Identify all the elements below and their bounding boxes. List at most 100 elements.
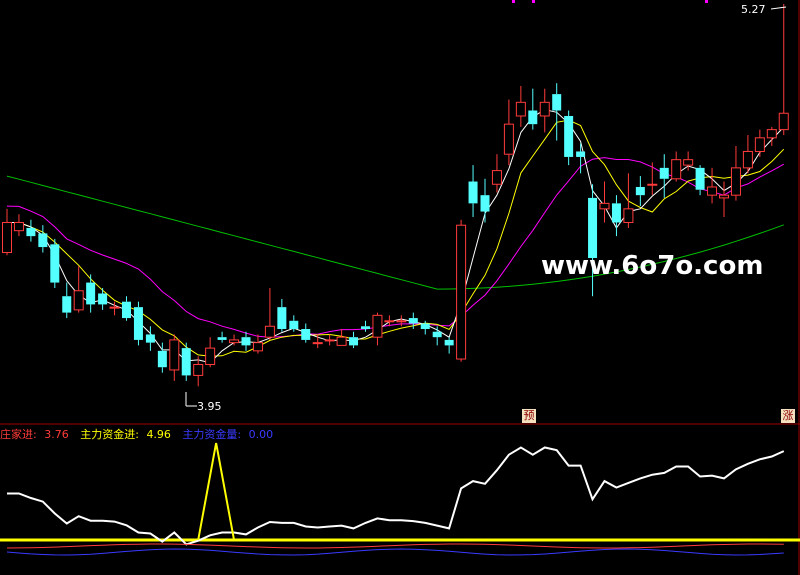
candle-38 bbox=[456, 219, 467, 362]
candle-2 bbox=[26, 219, 36, 242]
candle-body bbox=[432, 331, 442, 338]
candle-body bbox=[264, 325, 275, 338]
candle-3 bbox=[38, 225, 48, 253]
candle-body bbox=[683, 159, 694, 166]
candle-body bbox=[62, 296, 72, 313]
candle-body bbox=[730, 167, 741, 196]
candle-65 bbox=[778, 4, 789, 136]
top-magenta-mark-3 bbox=[705, 0, 708, 3]
candle-10 bbox=[122, 296, 131, 321]
candle-body bbox=[2, 221, 12, 254]
candle-body bbox=[169, 339, 180, 371]
legend-item-zhuli-in: 主力资金进: 4.96 bbox=[80, 428, 171, 441]
candle-59 bbox=[707, 167, 718, 204]
candle-28 bbox=[336, 328, 347, 346]
zhuli-spike bbox=[197, 442, 236, 541]
candle-body bbox=[420, 323, 430, 329]
candle-11 bbox=[133, 301, 143, 346]
candle-body bbox=[778, 112, 789, 131]
candle-17 bbox=[205, 337, 216, 368]
candle-body bbox=[289, 320, 299, 329]
candle-42 bbox=[503, 99, 514, 166]
pre-tag: 预 bbox=[522, 409, 536, 423]
candle-body bbox=[241, 337, 251, 346]
candle-body bbox=[659, 167, 669, 179]
candle-body bbox=[444, 339, 454, 346]
top-magenta-mark-2 bbox=[532, 0, 535, 3]
candle-body bbox=[336, 336, 347, 346]
candle-body bbox=[623, 208, 634, 223]
candle-14 bbox=[169, 334, 180, 381]
candle-0 bbox=[2, 208, 12, 256]
candle-41 bbox=[491, 154, 502, 193]
candle-61 bbox=[730, 146, 741, 201]
candle-body bbox=[491, 170, 502, 185]
zhuangjia-in-line bbox=[6, 543, 784, 549]
candle-36 bbox=[432, 326, 442, 346]
candle-1 bbox=[13, 214, 24, 237]
candle-40 bbox=[480, 178, 490, 223]
zhuangjia-line bbox=[7, 446, 785, 546]
candle-body bbox=[742, 150, 753, 169]
candle-body bbox=[372, 314, 383, 338]
candle-54 bbox=[647, 162, 658, 196]
candle-body bbox=[754, 137, 765, 152]
candle-body bbox=[480, 195, 490, 212]
candle-body bbox=[719, 194, 729, 199]
candle-body bbox=[361, 326, 370, 329]
candle-body bbox=[312, 342, 323, 345]
candle-body bbox=[301, 328, 311, 340]
candle-body bbox=[695, 167, 705, 190]
candle-body bbox=[38, 233, 48, 248]
candle-body bbox=[205, 347, 216, 365]
candle-body bbox=[671, 159, 682, 180]
candle-8 bbox=[98, 288, 108, 310]
candle-body bbox=[515, 101, 526, 117]
candle-body bbox=[528, 110, 538, 125]
indicator-legend: 庄家进: 3.76 主力资金进: 4.96 主力资金量: 0.00 bbox=[0, 426, 281, 442]
candle-62 bbox=[742, 135, 753, 174]
candle-body bbox=[26, 227, 36, 237]
candle-body bbox=[181, 348, 191, 376]
ma10-line bbox=[7, 119, 785, 357]
candle-52 bbox=[623, 173, 634, 228]
candle-45 bbox=[539, 88, 550, 133]
candle-body bbox=[647, 183, 658, 186]
candle-15 bbox=[181, 342, 191, 381]
candle-body bbox=[217, 337, 227, 340]
candle-body bbox=[349, 337, 359, 346]
candle-body bbox=[277, 307, 287, 329]
candle-7 bbox=[86, 274, 96, 313]
kline-chart: 5.27 3.95 bbox=[0, 0, 800, 575]
candle-body bbox=[133, 307, 143, 340]
candle-48 bbox=[576, 143, 586, 174]
candle-53 bbox=[635, 176, 645, 207]
candle-31 bbox=[372, 312, 383, 346]
candle-body bbox=[252, 342, 263, 352]
candle-body bbox=[50, 244, 60, 283]
moving-average-lines bbox=[6, 109, 785, 364]
low-price-label: 3.95 bbox=[197, 400, 222, 413]
candle-body bbox=[86, 282, 96, 305]
candle-21 bbox=[252, 334, 263, 354]
candle-body bbox=[539, 101, 550, 117]
legend-item-zhuangjia: 庄家进: 3.76 bbox=[0, 428, 69, 441]
candle-19 bbox=[229, 334, 240, 346]
candle-body bbox=[396, 320, 407, 323]
candle-58 bbox=[695, 165, 705, 196]
candle-body bbox=[109, 306, 120, 309]
candle-25 bbox=[301, 323, 311, 343]
candle-body bbox=[707, 186, 718, 196]
candle-body bbox=[13, 221, 24, 232]
candle-6 bbox=[73, 266, 84, 313]
watermark-text: www.6o7o.com bbox=[541, 251, 764, 281]
candle-63 bbox=[754, 129, 765, 157]
candle-47 bbox=[564, 110, 574, 166]
candle-18 bbox=[217, 331, 227, 343]
candle-body bbox=[384, 320, 395, 323]
indicator-panel bbox=[0, 442, 800, 556]
candle-body bbox=[157, 350, 167, 368]
candle-39 bbox=[468, 165, 478, 218]
candle-body bbox=[503, 123, 514, 155]
legend-item-zhuli-volume: 主力资金量: 0.00 bbox=[182, 428, 274, 441]
